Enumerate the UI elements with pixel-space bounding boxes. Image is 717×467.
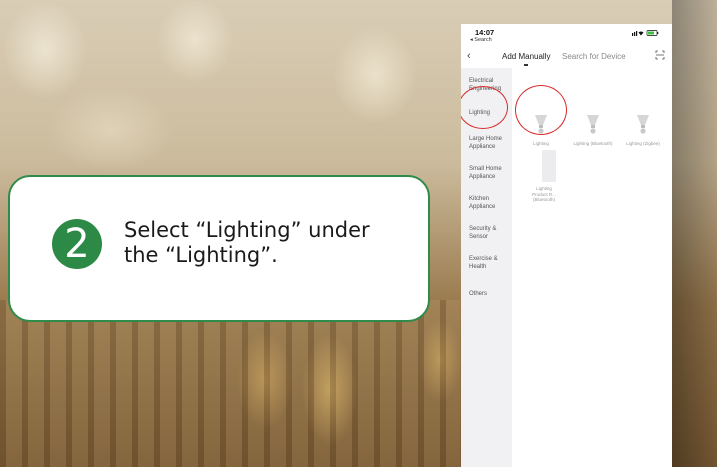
light-strip-icon	[542, 150, 556, 182]
sidebar-item-kitchen-appliance[interactable]: Kitchen Appliance	[469, 196, 511, 211]
step-number-badge: 2	[52, 219, 102, 269]
sidebar-item-others[interactable]: Others	[469, 291, 511, 299]
device-label: Lighting (Zigbee)	[626, 141, 660, 146]
device-lighting-product-bluetooth[interactable]: Lighting Product R... (Bluetooth)	[529, 180, 559, 203]
light-bulb-icon	[587, 115, 599, 134]
back-to-app-link[interactable]: ◂ Search	[470, 37, 492, 43]
chevron-left-icon[interactable]: ‹	[467, 50, 471, 62]
sidebar-item-security-sensor[interactable]: Security & Sensor	[469, 226, 511, 241]
highlight-ring-device-lighting	[515, 85, 567, 135]
device-lighting-bluetooth[interactable]: Lighting (Bluetooth)	[573, 113, 613, 147]
instruction-line-1: Select “Lighting” under	[124, 218, 370, 242]
tab-selected-indicator	[524, 64, 528, 66]
light-bulb-icon	[637, 115, 649, 134]
scan-icon[interactable]	[655, 50, 665, 60]
device-label: Lighting (Bluetooth)	[573, 141, 613, 146]
status-time: 14:07	[475, 28, 495, 37]
background-texture	[0, 300, 460, 467]
sidebar-item-exercise-health[interactable]: Exercise & Health	[469, 256, 511, 271]
instruction-line-2: the “Lighting”.	[124, 243, 278, 267]
device-lighting-zigbee[interactable]: Lighting (Zigbee)	[623, 113, 663, 147]
top-nav: ‹ Add Manually Search for Device	[461, 46, 672, 68]
device-label: Lighting	[533, 141, 549, 146]
background-shadow	[672, 0, 717, 467]
sidebar-item-large-home-appliance[interactable]: Large Home Appliance	[469, 136, 511, 151]
signal-wifi-battery-icon	[632, 30, 659, 36]
status-icons	[632, 29, 660, 38]
sidebar-item-small-home-appliance[interactable]: Small Home Appliance	[469, 166, 511, 181]
tab-search-for-device[interactable]: Search for Device	[562, 52, 626, 61]
device-label: Lighting Product R... (Bluetooth)	[532, 186, 556, 202]
instruction-text: Select “Lighting” under the “Lighting”.	[124, 218, 414, 268]
status-bar: 14:07 ◂ Search	[461, 24, 672, 46]
phone-screen: 14:07 ◂ Search ‹ Add Manually Search for…	[461, 24, 672, 467]
tab-add-manually[interactable]: Add Manually	[502, 52, 550, 61]
